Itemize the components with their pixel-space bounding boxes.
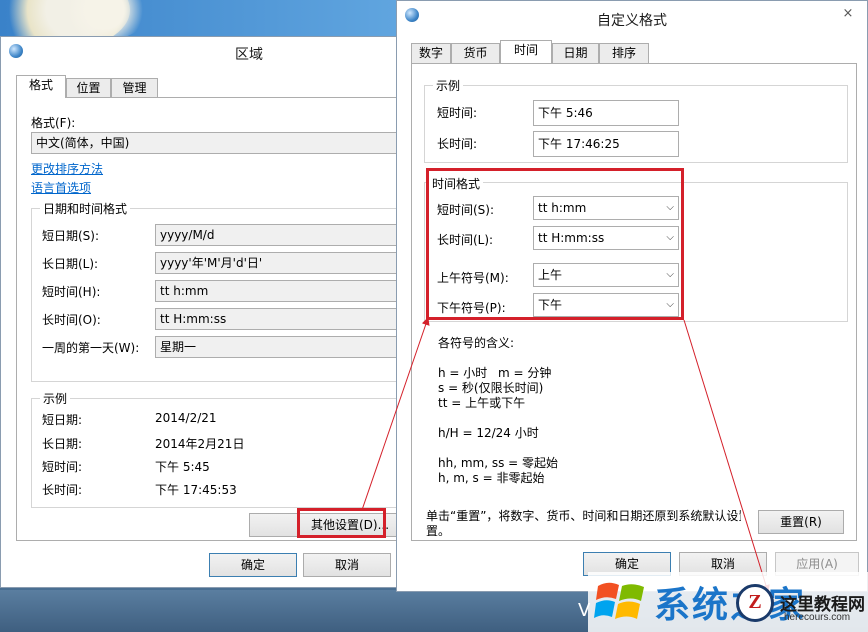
region-ok-button[interactable]: 确定 xyxy=(209,553,297,577)
time-format-title: 时间格式 xyxy=(429,175,484,192)
pm-symbol-value: 下午 xyxy=(538,298,563,312)
pm-symbol-select[interactable]: 下午 ⌵ xyxy=(533,293,679,317)
other-settings-button[interactable]: 其他设置(D)... xyxy=(249,513,397,537)
short-time-format-select[interactable]: tt h:mm ⌵ xyxy=(533,196,679,220)
custom-long-time-label: 长时间: xyxy=(437,137,478,151)
long-date-select[interactable]: yyyy'年'M'月'd'日' xyxy=(155,252,425,274)
region-cancel-button[interactable]: 取消 xyxy=(303,553,391,577)
tab-number[interactable]: 数字 xyxy=(411,43,451,63)
watermark-url: herecours.com xyxy=(784,612,851,623)
globe-icon xyxy=(9,44,23,58)
format-select[interactable]: 中文(简体，中国) xyxy=(31,132,411,154)
language-preference-link[interactable]: 语言首选项 xyxy=(31,179,91,196)
watermark: 系统之家 Z 这里教程网 herecours.com xyxy=(588,572,868,632)
format-label: 格式(F): xyxy=(31,116,76,130)
meaning-ampm: tt = 上午或下午 xyxy=(438,396,526,410)
reset-button[interactable]: 重置(R) xyxy=(758,510,844,534)
reset-note: 单击“重置”，将数字、货币、时间和日期还原到系统默认设置。 xyxy=(426,509,741,523)
region-dialog: 区域 格式 位置 管理 格式(F): 中文(简体，中国) 更改排序方法 语言首选… xyxy=(0,36,425,588)
am-symbol-select[interactable]: 上午 ⌵ xyxy=(533,263,679,287)
tab-location[interactable]: 位置 xyxy=(66,78,111,98)
tab-admin[interactable]: 管理 xyxy=(111,78,158,98)
chevron-down-icon: ⌵ xyxy=(666,232,674,243)
chevron-down-icon: ⌵ xyxy=(666,269,674,280)
am-symbol-label: 上午符号(M): xyxy=(437,271,509,285)
region-titlebar: 区域 xyxy=(1,37,401,67)
region-format-panel: 格式(F): 中文(简体，中国) 更改排序方法 语言首选项 日期和时间格式 短日… xyxy=(16,97,425,541)
windows-logo-icon xyxy=(594,582,644,619)
custom-titlebar: 自定义格式 × xyxy=(397,1,867,31)
first-day-label: 一周的第一天(W): xyxy=(42,341,140,355)
reset-note-cont: 置。 xyxy=(426,524,451,538)
tab-date[interactable]: 日期 xyxy=(552,43,599,63)
example-long-time-value: 下午 17:45:53 xyxy=(155,483,237,497)
meaning-nonzero-start: h, m, s = 非零起始 xyxy=(438,471,545,485)
globe-icon xyxy=(405,8,419,22)
long-time-format-label: 长时间(L): xyxy=(437,233,494,247)
example-short-time-value: 下午 5:45 xyxy=(155,460,210,474)
custom-long-time-value: 下午 17:46:25 xyxy=(533,131,679,157)
example-short-date-value: 2014/2/21 xyxy=(155,411,217,425)
short-time-format-label: 短时间(S): xyxy=(437,203,495,217)
custom-format-dialog: 自定义格式 × 数字 货币 时间 日期 排序 示例 短时间: 下午 5:46 长… xyxy=(396,0,868,592)
time-format-group: 时间格式 短时间(S): tt h:mm ⌵ 长时间(L): tt H:mm:s… xyxy=(424,175,848,322)
custom-time-panel: 示例 短时间: 下午 5:46 长时间: 下午 17:46:25 时间格式 短时… xyxy=(411,63,857,541)
long-date-label: 长日期(L): xyxy=(42,257,99,271)
short-time-select[interactable]: tt h:mm xyxy=(155,280,425,302)
short-time-label: 短时间(H): xyxy=(42,285,101,299)
custom-short-time-label: 短时间: xyxy=(437,106,478,120)
close-icon[interactable]: × xyxy=(837,5,859,23)
chevron-down-icon: ⌵ xyxy=(666,299,674,310)
tab-time[interactable]: 时间 xyxy=(500,40,552,63)
pm-symbol-label: 下午符号(P): xyxy=(437,301,506,315)
am-symbol-value: 上午 xyxy=(538,268,563,282)
example-long-date-label: 长日期: xyxy=(42,437,83,451)
meaning-second: s = 秒(仅限长时间) xyxy=(438,381,544,395)
short-date-select[interactable]: yyyy/M/d xyxy=(155,224,425,246)
change-sort-link[interactable]: 更改排序方法 xyxy=(31,160,103,177)
custom-short-time-value: 下午 5:46 xyxy=(533,100,679,126)
example-short-date-label: 短日期: xyxy=(42,413,83,427)
long-time-label: 长时间(O): xyxy=(42,313,101,327)
short-date-label: 短日期(S): xyxy=(42,229,100,243)
meaning-hour: h = 小时 xyxy=(438,366,488,380)
watermark-circle: Z xyxy=(736,584,774,622)
short-time-format-value: tt h:mm xyxy=(538,201,587,215)
first-day-select[interactable]: 星期一 xyxy=(155,336,425,358)
meaning-minute: m = 分钟 xyxy=(498,366,552,380)
meaning-title: 各符号的含义: xyxy=(438,336,515,350)
long-time-format-select[interactable]: tt H:mm:ss ⌵ xyxy=(533,226,679,250)
custom-title: 自定义格式 xyxy=(597,13,667,29)
tab-sort[interactable]: 排序 xyxy=(599,43,649,63)
meaning-12-24: h/H = 12/24 小时 xyxy=(438,426,539,440)
example-long-time-label: 长时间: xyxy=(42,483,83,497)
region-example-group: 示例 短日期: 2014/2/21 长日期: 2014年2月21日 短时间: 下… xyxy=(31,390,421,508)
example-short-time-label: 短时间: xyxy=(42,460,83,474)
custom-example-title: 示例 xyxy=(433,77,464,94)
region-example-title: 示例 xyxy=(40,390,71,407)
tab-format[interactable]: 格式 xyxy=(16,75,66,98)
tab-currency[interactable]: 货币 xyxy=(451,43,500,63)
custom-example-group: 示例 短时间: 下午 5:46 长时间: 下午 17:46:25 xyxy=(424,77,848,163)
datetime-format-group: 日期和时间格式 短日期(S): yyyy/M/d 长日期(L): yyyy'年'… xyxy=(31,200,425,382)
long-time-format-value: tt H:mm:ss xyxy=(538,231,605,245)
meaning-zero-start: hh, mm, ss = 零起始 xyxy=(438,456,559,470)
region-title: 区域 xyxy=(235,47,263,63)
long-time-select[interactable]: tt H:mm:ss xyxy=(155,308,425,330)
datetime-group-title: 日期和时间格式 xyxy=(40,200,131,217)
example-long-date-value: 2014年2月21日 xyxy=(155,437,245,451)
chevron-down-icon: ⌵ xyxy=(666,202,674,213)
